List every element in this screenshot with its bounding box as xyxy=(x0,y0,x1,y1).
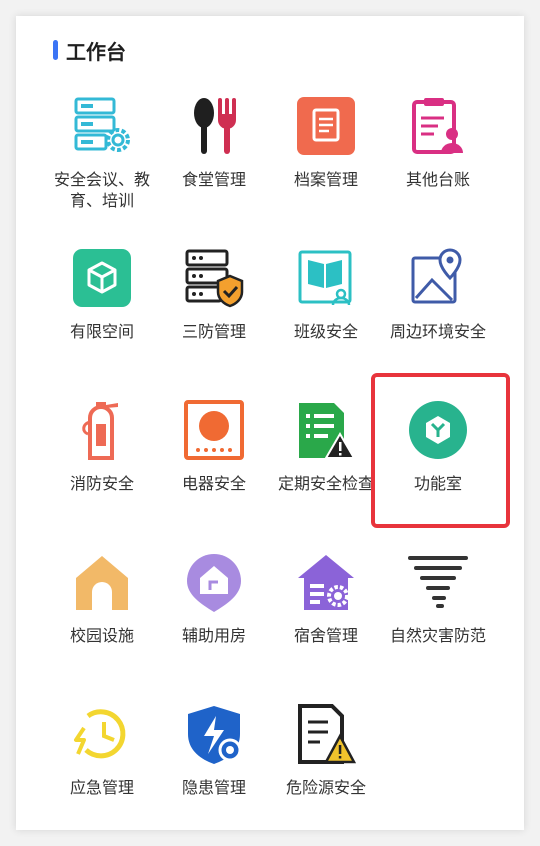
app-item-label: 三防管理 xyxy=(181,322,246,341)
document-icon xyxy=(297,97,355,155)
clock-alert-icon xyxy=(74,709,126,759)
fire-extinguisher-icon xyxy=(82,402,118,460)
app-item-label: 班级安全 xyxy=(293,322,358,341)
house-pin-icon xyxy=(187,554,241,612)
app-item-label: 有限空间 xyxy=(69,322,134,341)
section-title: 工作台 xyxy=(66,40,126,64)
app-item-archives[interactable]: 档案管理 xyxy=(270,96,382,236)
app-item-class-safety[interactable]: 班级安全 xyxy=(270,248,382,388)
app-item-auxiliary-rooms[interactable]: 辅助用房 xyxy=(158,552,270,692)
app-item-label: 隐患管理 xyxy=(181,778,246,797)
app-item-emergency[interactable]: 应急管理 xyxy=(46,704,158,844)
app-item-natural-disaster[interactable]: 自然灾害防范 xyxy=(382,552,494,692)
app-item-label: 辅助用房 xyxy=(181,626,246,645)
document-warning-icon xyxy=(298,704,356,764)
tornado-icon xyxy=(408,556,468,608)
server-gear-icon xyxy=(74,97,130,152)
app-item-label: 食堂管理 xyxy=(181,170,246,189)
app-item-label: 应急管理 xyxy=(69,778,134,797)
app-item-confined-space[interactable]: 有限空间 xyxy=(46,248,158,388)
app-item-hazard[interactable]: 隐患管理 xyxy=(158,704,270,844)
house-icon xyxy=(76,556,128,610)
map-pin-icon xyxy=(411,248,462,304)
app-item-label: 自然灾害防范 xyxy=(389,626,486,645)
app-item-periodic-inspection[interactable]: 定期安全检查 xyxy=(270,400,382,540)
section-header: 工作台 xyxy=(16,16,524,86)
app-item-label: 校园设施 xyxy=(69,626,134,645)
shield-bolt-icon xyxy=(188,706,242,764)
cube-icon xyxy=(73,249,131,307)
section-accent-bar xyxy=(53,40,58,60)
app-item-label: 消防安全 xyxy=(69,474,134,493)
app-item-label: 档案管理 xyxy=(293,170,358,189)
app-item-label: 定期安全检查 xyxy=(277,474,374,493)
app-item-label: 其他台账 xyxy=(405,170,470,189)
app-item-label: 宿舍管理 xyxy=(293,626,358,645)
checklist-warning-icon xyxy=(299,403,356,459)
app-item-label: 电器安全 xyxy=(181,474,246,493)
appliance-icon xyxy=(184,400,244,460)
spoon-fork-icon xyxy=(194,98,236,154)
shield-server-icon xyxy=(185,249,244,308)
app-item-label: 安全会议、教育、培训 xyxy=(53,170,150,210)
app-item-dormitory[interactable]: 宿舍管理 xyxy=(270,552,382,692)
clipboard-person-icon xyxy=(412,98,463,154)
app-item-safety-meeting[interactable]: 安全会议、教育、培训 xyxy=(46,96,158,236)
app-item-campus-facilities[interactable]: 校园设施 xyxy=(46,552,158,692)
app-item-three-prevention[interactable]: 三防管理 xyxy=(158,248,270,388)
app-item-hazard-source[interactable]: 危险源安全 xyxy=(270,704,382,844)
app-item-label: 危险源安全 xyxy=(285,778,366,797)
app-item-other-ledger[interactable]: 其他台账 xyxy=(382,96,494,236)
app-item-fire-safety[interactable]: 消防安全 xyxy=(46,400,158,540)
book-person-icon xyxy=(298,250,352,306)
app-item-electrical-safety[interactable]: 电器安全 xyxy=(158,400,270,540)
workbench-card: 工作台 安全会议、教育、培训 食堂管理 档案管理 其他台账 有限空间 三防管理 … xyxy=(16,16,524,830)
app-item-label: 周边环境安全 xyxy=(389,322,486,341)
house-gear-icon xyxy=(298,555,354,610)
app-item-canteen[interactable]: 食堂管理 xyxy=(158,96,270,236)
app-item-surroundings[interactable]: 周边环境安全 xyxy=(382,248,494,388)
selection-highlight-box xyxy=(371,373,510,528)
